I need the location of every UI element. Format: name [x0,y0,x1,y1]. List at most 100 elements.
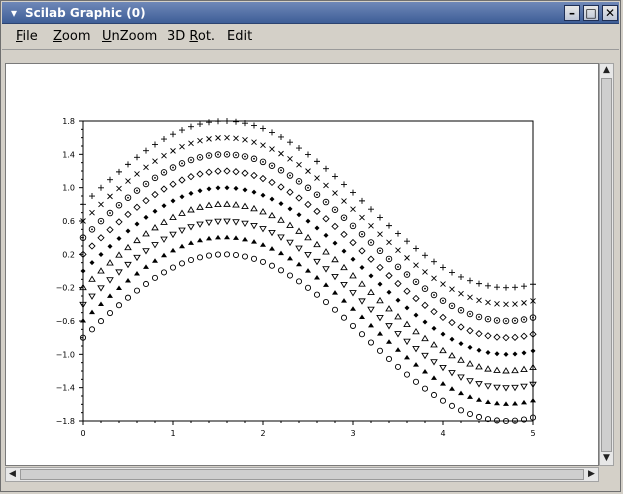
data-point-cross [206,136,212,142]
graphic-canvas[interactable]: 0 1 2 3 4 5 1.8 1.4 1.0 0.6 0.2 −0.2 −0.6 −1.0 −1.4 −1.… [5,63,599,466]
data-point-cross [359,214,365,221]
data-point-triangle-up [331,255,339,263]
data-point-triangle-down [502,385,510,392]
minimize-icon[interactable]: – [564,5,580,21]
menu-file[interactable]: File [16,29,38,45]
data-point-cross [377,231,383,237]
data-point-diamond [322,215,330,223]
data-point-circle-dot-center [307,186,309,189]
data-point-triangle-down [304,252,312,259]
title-bar[interactable]: ▾ Scilab Graphic (0) – □ ✕ [2,2,619,24]
scilab-graphic-window: ▾ Scilab Graphic (0) – □ ✕ File Zoom UnZ… [0,0,621,492]
data-point-circle-dot-center [361,233,363,236]
data-point-plus [260,125,266,132]
data-point-cross [503,301,509,308]
horizontal-scrollbar[interactable]: ◀ ▶ [5,467,599,482]
scroll-up-icon[interactable]: ▲ [600,64,613,77]
window-menu-icon[interactable]: ▾ [6,5,22,21]
data-point-circle [412,378,420,385]
data-point-triangle-down [187,224,195,231]
data-point-triangle-down [106,277,114,284]
data-point-triangle-down [484,383,492,390]
data-point-diamond [493,333,501,341]
data-point-diamond-filled [449,336,455,342]
data-point-triangle-up [457,356,465,363]
scroll-down-icon[interactable]: ▼ [600,452,613,465]
data-point-cross [233,135,239,142]
data-point-cross [215,135,221,141]
data-point-circle [142,280,150,288]
maximize-icon[interactable]: □ [583,5,599,21]
data-point-club [269,246,275,251]
menu-unzoom[interactable]: UnZoom [102,29,157,45]
data-point-cross [107,193,113,200]
data-point-diamond-filled [107,243,113,249]
data-point-plus [116,168,122,175]
data-point-cross [161,152,167,159]
data-point-triangle-up [403,320,411,327]
menu-edit[interactable]: Edit [227,29,252,45]
vertical-scrollbar[interactable]: ▲ ▼ [599,63,614,466]
data-point-diamond [295,194,303,202]
data-point-triangle-up [502,367,510,374]
x-tick-label: 5 [530,429,535,438]
data-point-diamond [520,332,528,340]
data-point-club [323,282,329,287]
data-point-circle [97,318,105,325]
data-point-cross [476,297,482,304]
data-point-plus [89,193,95,200]
data-point-club [485,399,491,404]
data-point-cross [188,140,194,147]
data-point-circle-dot-center [469,313,471,315]
x-tick-label: 1 [170,429,175,438]
data-point-diamond-filled [395,297,401,303]
vertical-scroll-thumb[interactable] [601,78,612,452]
data-point-diamond-filled [440,331,446,337]
data-point-club [161,252,167,258]
data-point-circle [151,274,159,281]
menu-zoom[interactable]: Zoom [53,29,90,45]
data-point-triangle-down [295,245,303,252]
menu-3d-rot[interactable]: 3D Rot. [167,29,215,45]
data-point-cross [251,139,257,145]
scroll-right-icon[interactable]: ▶ [585,468,598,481]
data-point-plus [503,284,509,291]
data-point-circle-dot-center [532,316,534,319]
data-point-cross [386,239,392,246]
data-point-club [530,397,536,403]
data-point-club [449,386,455,391]
data-point-triangle-up [178,209,186,216]
scroll-left-icon[interactable]: ◀ [6,468,19,481]
data-point-triangle-up [250,204,258,212]
data-point-circle-dot-center [496,319,498,322]
horizontal-scroll-thumb[interactable] [20,469,584,480]
data-point-circle-dot-center [235,154,237,156]
data-point-circle-dot-center [289,174,291,177]
data-point-plus [431,258,437,265]
data-point-diamond [475,329,483,338]
data-point-triangle-down [475,381,483,388]
data-point-diamond [394,279,402,288]
close-icon[interactable]: ✕ [602,5,618,21]
data-point-circle [385,355,393,363]
data-point-triangle-up [259,208,267,215]
data-point-triangle-up [448,351,456,359]
data-point-club [260,242,266,247]
data-point-club [404,354,410,360]
data-point-circle-dot-center [523,318,525,321]
data-point-diamond [106,226,114,234]
data-point-triangle-up [295,227,303,234]
data-point-diamond [88,242,96,250]
data-point-cross [179,143,185,150]
data-point-club [458,390,464,396]
status-strip [2,483,619,491]
data-point-circle [421,385,429,392]
data-point-club [422,368,428,374]
data-point-triangle-down [385,323,393,330]
data-point-club [296,261,302,267]
data-point-cross [449,286,455,293]
data-point-circle [214,251,222,258]
data-point-diamond-filled [278,201,284,207]
data-point-diamond [142,197,150,205]
y-tick-label: −0.6 [56,317,75,326]
